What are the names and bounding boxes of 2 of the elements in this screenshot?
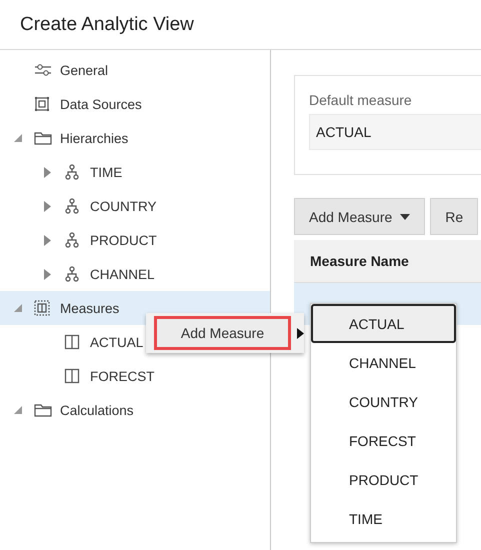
window-title: Create Analytic View: [20, 14, 194, 36]
field-label: Default measure: [309, 92, 413, 108]
